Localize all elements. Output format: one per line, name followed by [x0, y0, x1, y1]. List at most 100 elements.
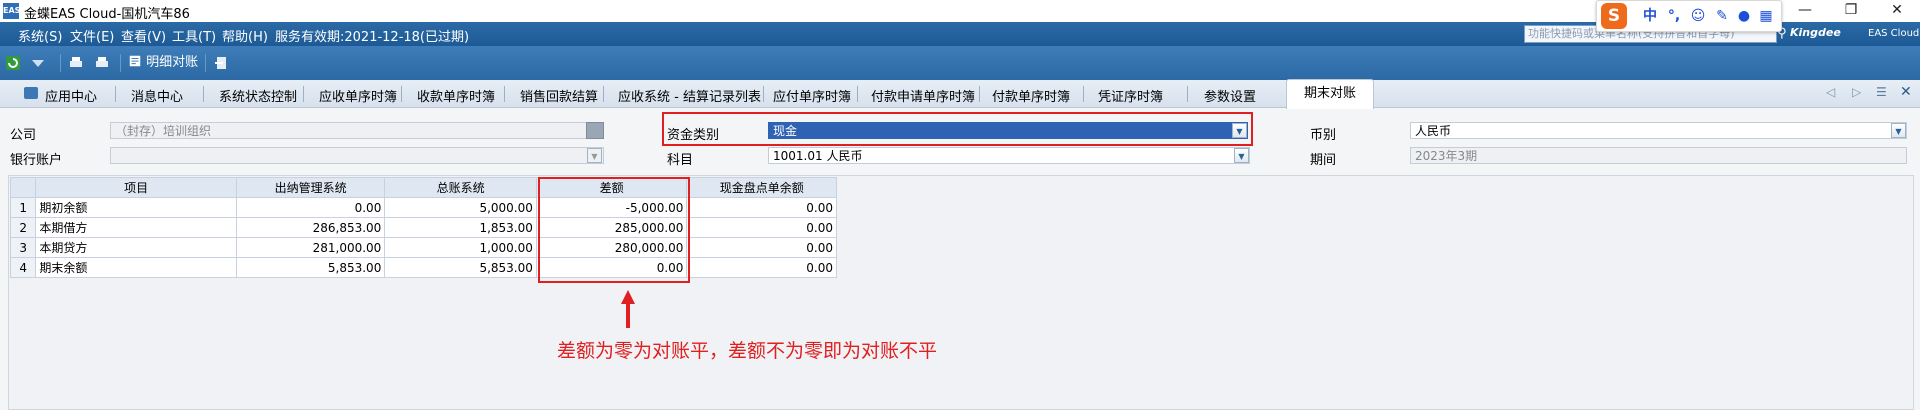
company-lookup-button[interactable]: [586, 122, 604, 139]
cell-cash-count[interactable]: 0.00: [686, 257, 837, 278]
menu-view[interactable]: 查看(V): [121, 26, 166, 45]
tab-separator: [401, 86, 402, 102]
detail-reconcile-label: 明细对账: [146, 55, 199, 70]
toolbar: 明细对账: [0, 46, 1920, 80]
cell-cashier[interactable]: 281,000.00: [235, 237, 386, 258]
bank-account-label: 银行账户: [10, 153, 63, 168]
cell-cash-count[interactable]: 0.00: [686, 217, 837, 238]
tab-separator: [115, 86, 116, 102]
annotation-note: 差额为零为对账平，差额不为零即为对账不平: [557, 340, 938, 362]
ime-menu-icon[interactable]: ▦: [1757, 7, 1775, 25]
subject-label: 科目: [667, 153, 694, 168]
cell-item[interactable]: 本期借方: [35, 217, 237, 238]
tab-payment-request-journal[interactable]: 付款申请单序时簿: [871, 86, 975, 105]
menu-help[interactable]: 帮助(H): [222, 26, 268, 45]
company-label: 公司: [10, 128, 37, 143]
kingdee-brand: Kingdee: [1790, 26, 1841, 39]
tab-scroll-right-icon[interactable]: ▷: [1852, 85, 1861, 99]
tab-scroll-left-icon[interactable]: ◁: [1826, 85, 1835, 99]
bank-account-dropdown-icon[interactable]: ▼: [587, 148, 602, 163]
tab-parameter-settings[interactable]: 参数设置: [1204, 86, 1256, 105]
currency-select[interactable]: 人民币: [1410, 122, 1907, 139]
cell-ledger[interactable]: 1,000.00: [384, 237, 537, 258]
toolbar-separator: [120, 54, 121, 72]
cell-cash-count[interactable]: 0.00: [686, 197, 837, 218]
menu-tools[interactable]: 工具(T): [172, 26, 216, 45]
tab-separator: [1187, 86, 1188, 102]
cell-cashier[interactable]: 0.00: [235, 197, 386, 218]
menu-system[interactable]: 系统(S): [18, 26, 62, 45]
minimize-icon[interactable]: —: [1782, 0, 1828, 22]
company-field[interactable]: （封存）培训组织: [110, 122, 587, 139]
detail-reconcile-button[interactable]: 明细对账: [128, 54, 198, 72]
tab-separator: [857, 86, 858, 102]
tab-separator: [603, 86, 604, 102]
handwriting-icon[interactable]: ✎: [1713, 7, 1731, 25]
tab-receipt-journal[interactable]: 收款单序时簿: [417, 86, 495, 105]
exit-icon[interactable]: [214, 55, 230, 71]
cell-ledger[interactable]: 1,853.00: [384, 217, 537, 238]
microphone-icon[interactable]: ●: [1735, 7, 1753, 25]
cell-cashier[interactable]: 286,853.00: [235, 217, 386, 238]
fund-type-select[interactable]: 现金: [768, 122, 1248, 139]
print-preview-icon[interactable]: [94, 55, 110, 71]
tab-separator: [979, 86, 980, 102]
close-tab-icon[interactable]: ✕: [1900, 84, 1912, 100]
tab-sales-collection[interactable]: 销售回款结算: [520, 86, 598, 105]
tab-app-center[interactable]: 应用中心: [45, 86, 97, 105]
fund-type-label: 资金类别: [667, 128, 720, 143]
fund-type-dropdown-icon[interactable]: ▼: [1232, 123, 1247, 138]
tab-message-center[interactable]: 消息中心: [131, 86, 183, 105]
tab-receivable-journal[interactable]: 应收单序时簿: [319, 86, 397, 105]
print-icon[interactable]: [68, 55, 84, 71]
tab-period-end-reconcile[interactable]: 期末对账: [1286, 79, 1374, 109]
difference-column-highlight: [538, 177, 690, 283]
dropdown-arrow-icon[interactable]: [30, 55, 46, 71]
menu-file[interactable]: 文件(E): [70, 26, 114, 45]
currency-dropdown-icon[interactable]: ▼: [1891, 123, 1906, 138]
header-cashier-system[interactable]: 出纳管理系统: [235, 177, 386, 198]
cell-ledger[interactable]: 5,000.00: [384, 197, 537, 218]
subject-select[interactable]: 1001.01 人民币: [768, 147, 1250, 164]
table-row[interactable]: 4 期末余额 5,853.00 5,853.00 0.00 0.00: [9, 257, 837, 278]
tab-system-status[interactable]: 系统状态控制: [219, 86, 297, 105]
restore-icon[interactable]: ❐: [1828, 0, 1874, 22]
emoji-icon[interactable]: ☺: [1689, 7, 1707, 25]
table-row[interactable]: 1 期初余额 0.00 5,000.00 -5,000.00 0.00: [9, 197, 837, 218]
refresh-icon[interactable]: [5, 55, 21, 71]
cell-item[interactable]: 本期贷方: [35, 237, 237, 258]
close-window-icon[interactable]: ✕: [1874, 0, 1920, 22]
table-row[interactable]: 3 本期贷方 281,000.00 1,000.00 280,000.00 0.…: [9, 237, 837, 258]
punctuation-icon[interactable]: °,: [1665, 7, 1683, 25]
cell-item[interactable]: 期初余额: [35, 197, 237, 218]
cell-item[interactable]: 期末余额: [35, 257, 237, 278]
tab-separator: [303, 86, 304, 102]
ime-toolbar: S 中 °, ☺ ✎ ● ▦: [1596, 0, 1782, 32]
tab-payment-journal[interactable]: 付款单序时簿: [992, 86, 1070, 105]
tab-list-icon[interactable]: ☰: [1876, 85, 1887, 99]
row-number: 1: [9, 197, 37, 218]
header-cash-count-balance[interactable]: 现金盘点单余额: [686, 177, 837, 198]
tab-voucher-journal[interactable]: 凭证序时簿: [1098, 86, 1163, 105]
toolbar-separator: [60, 54, 61, 72]
row-number: 2: [9, 217, 37, 238]
eas-cloud-brand: EAS Cloud: [1868, 28, 1920, 39]
toolbar-separator: [205, 54, 206, 72]
row-number: 4: [9, 257, 37, 278]
ime-language-toggle[interactable]: 中: [1641, 7, 1659, 25]
period-label: 期间: [1310, 153, 1337, 168]
tab-settlement-records[interactable]: 应收系统 - 结算记录列表: [618, 86, 761, 105]
subject-dropdown-icon[interactable]: ▼: [1234, 148, 1249, 163]
cell-cashier[interactable]: 5,853.00: [235, 257, 386, 278]
tab-separator: [504, 86, 505, 102]
header-ledger-system[interactable]: 总账系统: [384, 177, 537, 198]
header-item[interactable]: 项目: [35, 177, 237, 198]
app-center-icon: [24, 87, 38, 99]
cell-cash-count[interactable]: 0.00: [686, 237, 837, 258]
table-row[interactable]: 2 本期借方 286,853.00 1,853.00 285,000.00 0.…: [9, 217, 837, 238]
tab-payable-journal[interactable]: 应付单序时簿: [773, 86, 851, 105]
period-field[interactable]: 2023年3期: [1410, 147, 1907, 164]
cell-ledger[interactable]: 5,853.00: [384, 257, 537, 278]
bank-account-field[interactable]: [110, 147, 604, 164]
service-expiry-text: 服务有效期:2021-12-18(已过期): [275, 30, 470, 45]
